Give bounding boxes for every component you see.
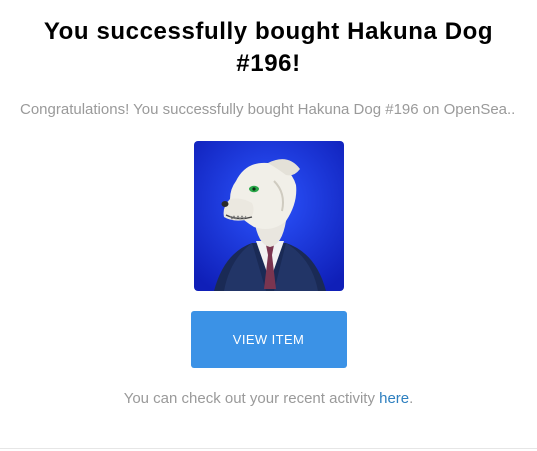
view-item-button[interactable]: VIEW ITEM: [190, 311, 347, 368]
email-body: You successfully bought Hakuna Dog #196!…: [0, 0, 537, 451]
recent-activity-line: You can check out your recent activity h…: [20, 389, 517, 409]
page-title: You successfully bought Hakuna Dog #196!: [43, 18, 494, 77]
nft-image: [193, 141, 344, 291]
congratulations-message: Congratulations! You successfully bought…: [20, 101, 516, 118]
recent-activity-suffix: .: [409, 390, 414, 407]
recent-activity-prefix: You can check out your recent activity: [123, 390, 380, 407]
recent-activity-link[interactable]: here: [379, 390, 409, 407]
bottom-divider: [0, 448, 537, 449]
